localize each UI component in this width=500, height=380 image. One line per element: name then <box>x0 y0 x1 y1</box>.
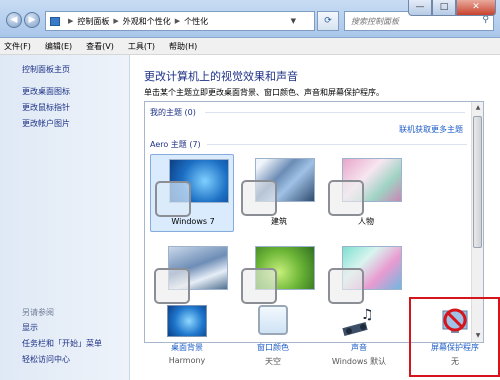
theme-label: Windows 7 <box>171 217 215 226</box>
theme-label: 建筑 <box>271 217 287 226</box>
maximize-button[interactable]: □ <box>432 0 456 16</box>
aero-themes-header: Aero 主题 (7) <box>150 140 201 149</box>
desktop-background-label[interactable]: 桌面背景 <box>144 342 230 353</box>
see-also-title: 另请参阅 <box>22 308 54 317</box>
color-swatch <box>328 268 364 304</box>
see-also-display[interactable]: 显示 <box>22 322 38 333</box>
control-panel-icon <box>50 16 60 26</box>
desktop-background-icon <box>167 305 207 337</box>
theme-label: 人物 <box>358 217 374 226</box>
window-color-label[interactable]: 窗口颜色 <box>230 342 316 353</box>
my-themes-header: 我的主题 (0) <box>150 108 196 117</box>
sidebar: 控制面板主页 更改桌面图标 更改鼠标指针 更改帐户图片 另请参阅 显示 任务栏和… <box>0 55 130 380</box>
menu-view[interactable]: 查看(V) <box>86 41 114 52</box>
menu-tools[interactable]: 工具(T) <box>128 41 155 52</box>
desktop-background-item[interactable]: 桌面背景 Harmony <box>144 305 224 375</box>
screensaver-highlight-box <box>409 297 500 377</box>
menu-bar: 文件(F) 编辑(E) 查看(V) 工具(T) 帮助(H) <box>0 38 500 55</box>
sound-item[interactable]: ♫ 声音 Windows 默认 <box>316 305 396 375</box>
main-panel: 更改计算机上的视觉效果和声音 单击某个主题立即更改桌面背景、窗口颜色、声音和屏幕… <box>130 55 500 380</box>
color-swatch <box>241 180 277 216</box>
close-button[interactable]: ✕ <box>456 0 496 16</box>
scroll-up-icon[interactable]: ▲ <box>472 102 483 114</box>
menu-file[interactable]: 文件(F) <box>4 41 31 52</box>
window-color-item[interactable]: 窗口颜色 天空 <box>230 305 310 375</box>
desktop-background-value: Harmony <box>168 356 206 365</box>
color-swatch <box>328 180 364 216</box>
color-swatch <box>154 268 190 304</box>
section-divider <box>207 144 467 145</box>
see-also-ease-of-access[interactable]: 轻松访问中心 <box>22 354 70 365</box>
breadcrumb-chevron-icon: ▶ <box>113 17 119 25</box>
forward-arrow-icon[interactable]: ▶ <box>24 12 40 28</box>
scrollbar-thumb[interactable] <box>473 116 482 248</box>
minimize-button[interactable]: — <box>408 0 432 16</box>
breadcrumb-appearance[interactable]: 外观和个性化 <box>123 16 171 27</box>
title-bar: ◀ ▶ ▶ 控制面板 ▶ 外观和个性化 ▶ 个性化 ▼ ⟳ ⚲ — □ ✕ <box>0 0 500 38</box>
theme-characters[interactable]: 人物 <box>324 154 408 232</box>
refresh-icon[interactable]: ⟳ <box>317 11 339 31</box>
sidebar-change-mouse-pointers[interactable]: 更改鼠标指针 <box>22 102 70 113</box>
see-also-taskbar-start-menu[interactable]: 任务栏和「开始」菜单 <box>22 338 102 349</box>
page-subtitle: 单击某个主题立即更改桌面背景、窗口颜色、声音和屏幕保护程序。 <box>144 88 384 97</box>
theme-architecture[interactable]: 建筑 <box>237 154 321 232</box>
menu-help[interactable]: 帮助(H) <box>169 41 197 52</box>
sidebar-control-panel-home[interactable]: 控制面板主页 <box>22 64 70 75</box>
sound-label[interactable]: 声音 <box>316 342 402 353</box>
sound-value: Windows 默认 <box>331 357 387 366</box>
back-arrow-icon[interactable]: ◀ <box>6 12 22 28</box>
music-notes-icon: ♫ <box>339 305 379 337</box>
window-controls: — □ ✕ <box>408 0 496 17</box>
window-color-value: 天空 <box>265 357 281 366</box>
breadcrumb-personalization[interactable]: 个性化 <box>184 16 208 27</box>
section-divider <box>205 112 465 113</box>
page-title: 更改计算机上的视觉效果和声音 <box>144 70 298 83</box>
svg-text:♫: ♫ <box>361 307 374 323</box>
breadcrumb-chevron-icon: ▶ <box>68 17 74 25</box>
breadcrumb-chevron-icon: ▶ <box>174 17 181 25</box>
address-bar[interactable]: ▶ 控制面板 ▶ 外观和个性化 ▶ 个性化 ▼ <box>45 11 315 31</box>
color-swatch <box>155 181 191 217</box>
online-themes-link[interactable]: 联机获取更多主题 <box>399 124 463 135</box>
color-swatch <box>241 268 277 304</box>
sidebar-change-account-picture[interactable]: 更改帐户图片 <box>22 118 70 129</box>
chevron-down-icon[interactable]: ▼ <box>291 17 296 25</box>
theme-windows7[interactable]: Windows 7 <box>150 154 234 232</box>
window-color-icon <box>258 305 288 335</box>
breadcrumb-control-panel[interactable]: 控制面板 <box>77 16 109 27</box>
sidebar-change-desktop-icons[interactable]: 更改桌面图标 <box>22 86 70 97</box>
menu-edit[interactable]: 编辑(E) <box>45 41 72 52</box>
